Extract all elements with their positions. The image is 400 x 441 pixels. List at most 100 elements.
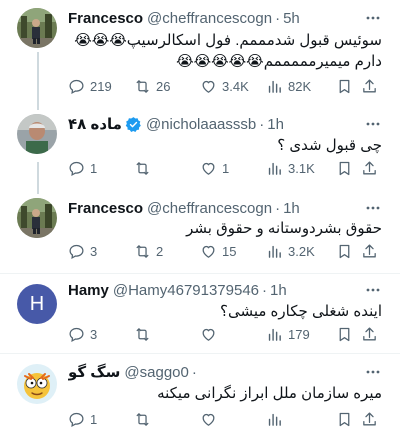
avatar[interactable] — [17, 114, 57, 154]
reply-button[interactable]: 3 — [68, 241, 134, 261]
share-button[interactable] — [361, 76, 381, 96]
share-icon — [363, 78, 376, 92]
like-button[interactable]: 3.4K — [200, 76, 266, 96]
more-options-icon[interactable] — [364, 281, 382, 299]
user-handle[interactable]: @nicholaaasssb — [146, 116, 256, 133]
heart-icon — [202, 328, 215, 341]
tweet-text: حقوق بشردوستانه و حقوق بشر — [68, 219, 382, 239]
tweet-text-line: چی قبول شدی ؟ — [277, 137, 382, 154]
timestamp[interactable]: 1h — [267, 116, 284, 133]
reply-icon — [69, 79, 84, 94]
more-options-icon[interactable] — [364, 199, 382, 217]
bookmark-button[interactable] — [336, 158, 361, 178]
share-icon — [363, 411, 376, 425]
share-button[interactable] — [361, 241, 381, 261]
views-button[interactable]: 179 — [266, 324, 336, 344]
view-count: 3.2K — [288, 243, 315, 259]
tweet[interactable]: Francesco @cheffrancescogn · 1h حقوق بشر… — [0, 194, 400, 274]
share-button[interactable] — [361, 324, 381, 344]
reply-button[interactable]: 1 — [68, 158, 134, 178]
crying-emoji: 😭😭😭 — [74, 31, 127, 49]
tweet[interactable]: ماده ۴۸ @nicholaaasssb · 1h چی قبول شدی … — [0, 108, 400, 194]
bookmark-button[interactable] — [336, 409, 361, 429]
heart-icon — [202, 80, 215, 93]
like-count: 15 — [222, 243, 237, 259]
retweet-button[interactable] — [134, 324, 200, 344]
tweet-text: سوئیس قبول شدمممم. فول اسکالرسیپ😭😭😭 دارم… — [68, 30, 382, 72]
user-handle[interactable]: @cheffrancescogn — [147, 200, 272, 217]
retweet-icon — [136, 79, 149, 93]
display-name[interactable]: Hamy — [68, 282, 109, 299]
retweet-icon — [136, 161, 149, 175]
tweet-text-line: حقوق بشردوستانه و حقوق بشر — [186, 220, 382, 237]
reply-button[interactable]: 1 — [68, 409, 134, 429]
views-icon — [268, 245, 281, 258]
share-icon — [363, 326, 376, 340]
tweet-text: میره سازمان ملل ابراز نگرانی میکنه — [68, 384, 382, 404]
retweet-button[interactable]: 2 — [134, 241, 200, 261]
heart-icon — [202, 245, 215, 258]
reply-icon — [69, 327, 84, 342]
tweet-header: Francesco @cheffrancescogn · 5h — [68, 8, 364, 28]
reply-count: 1 — [90, 411, 98, 427]
display-name[interactable]: Francesco — [68, 10, 143, 27]
views-icon — [268, 162, 281, 175]
tweet-text-line: سوئیس قبول شدمممم. فول اسکالرسیپ — [126, 32, 382, 49]
views-button[interactable]: 82K — [266, 76, 336, 96]
retweet-icon — [136, 244, 149, 258]
more-options-icon[interactable] — [364, 363, 382, 381]
avatar[interactable] — [17, 8, 57, 48]
reply-count: 219 — [90, 78, 112, 94]
heart-icon — [202, 413, 215, 426]
bookmark-button[interactable] — [336, 324, 361, 344]
views-icon — [268, 413, 281, 426]
retweet-button[interactable] — [134, 158, 200, 178]
like-button[interactable] — [200, 409, 266, 429]
user-handle[interactable]: @Hamy46791379546 — [113, 282, 259, 299]
view-count: 3.1K — [288, 160, 315, 176]
share-button[interactable] — [361, 409, 381, 429]
views-button[interactable]: 3.2K — [266, 241, 336, 261]
like-button[interactable]: 1 — [200, 158, 266, 178]
tweet[interactable]: Francesco @cheffrancescogn · 5h سوئیس قب… — [0, 0, 400, 108]
display-name[interactable]: سگ گو — [68, 363, 120, 381]
avatar[interactable] — [17, 364, 57, 404]
reply-button[interactable]: 219 — [68, 76, 134, 96]
user-handle[interactable]: @cheffrancescogn — [147, 10, 272, 27]
reply-button[interactable]: 3 — [68, 324, 134, 344]
bookmark-icon — [339, 79, 350, 93]
share-button[interactable] — [361, 158, 381, 178]
tweet-text: چی قبول شدی ؟ — [68, 136, 382, 156]
bookmark-icon — [339, 244, 350, 258]
timestamp[interactable]: 5h — [283, 10, 300, 27]
like-count: 1 — [222, 160, 230, 176]
retweet-button[interactable] — [134, 409, 200, 429]
crying-emoji: 😭😭😭😭😭 — [176, 52, 264, 70]
views-button[interactable] — [266, 409, 336, 429]
share-icon — [363, 243, 376, 257]
timestamp[interactable]: 1h — [270, 282, 287, 299]
views-button[interactable]: 3.1K — [266, 158, 336, 178]
reply-count: 3 — [90, 243, 98, 259]
bookmark-button[interactable] — [336, 241, 361, 261]
like-button[interactable] — [200, 324, 266, 344]
bookmark-button[interactable] — [336, 76, 361, 96]
separator-dot: · — [275, 199, 281, 217]
like-button[interactable]: 15 — [200, 241, 266, 261]
reply-icon — [69, 161, 84, 176]
user-handle[interactable]: @saggo0 — [124, 364, 188, 381]
separator-dot: · — [275, 9, 281, 27]
timestamp[interactable]: 1h — [283, 200, 300, 217]
display-name[interactable]: ماده ۴۸ — [68, 115, 122, 133]
more-options-icon[interactable] — [364, 9, 382, 27]
display-name[interactable]: Francesco — [68, 200, 143, 217]
retweet-count: 2 — [156, 243, 164, 259]
more-options-icon[interactable] — [364, 115, 382, 133]
bookmark-icon — [339, 161, 350, 175]
avatar[interactable]: H — [17, 284, 57, 324]
retweet-button[interactable]: 26 — [134, 76, 200, 96]
avatar[interactable] — [17, 198, 57, 238]
separator-dot: · — [259, 115, 265, 133]
tweet[interactable]: سگ گو @saggo0 · میره سازمان ملل ابراز نگ… — [0, 354, 400, 441]
tweet[interactable]: H Hamy @Hamy46791379546 · 1h اینده شغلی … — [0, 274, 400, 354]
